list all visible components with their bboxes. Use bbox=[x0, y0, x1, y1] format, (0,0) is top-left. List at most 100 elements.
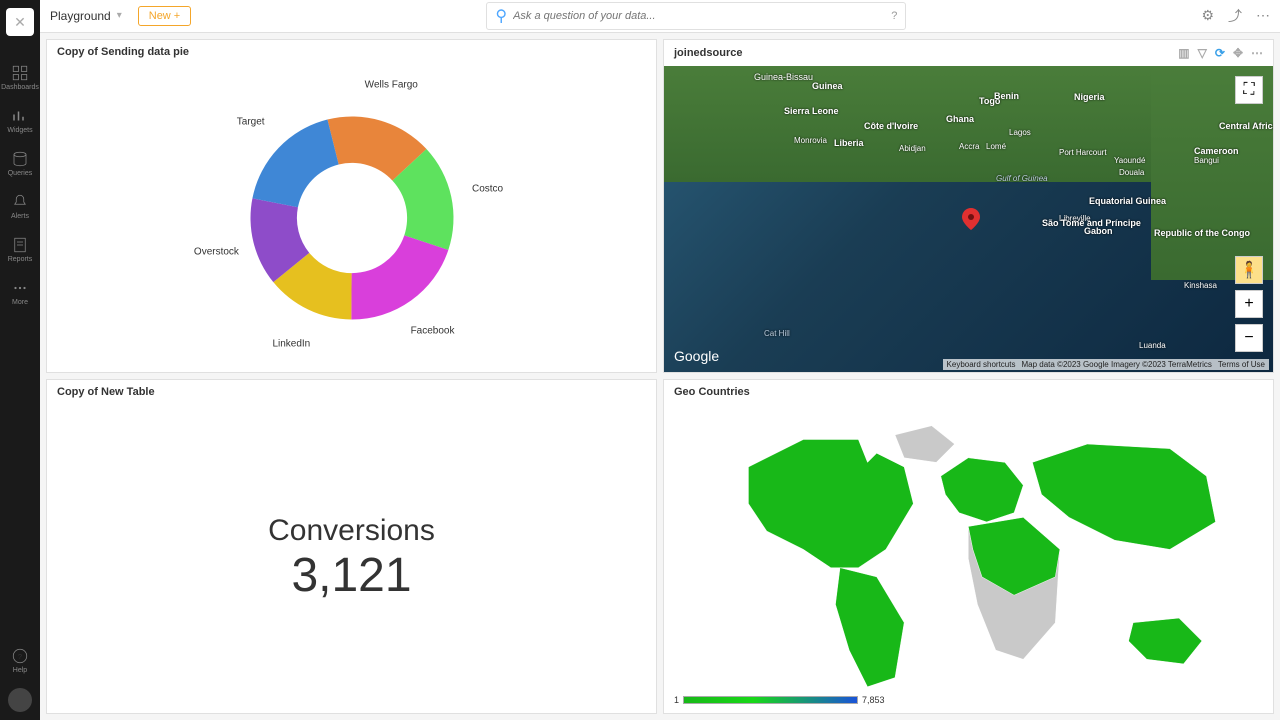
kpi-body: Conversions 3,121 bbox=[47, 404, 656, 713]
sidebar-item-more[interactable]: More bbox=[0, 271, 40, 314]
sidebar-item-dashboards[interactable]: Dashboards bbox=[0, 56, 40, 99]
chevron-down-icon: ▾ bbox=[117, 10, 122, 21]
more-icon bbox=[11, 279, 29, 297]
move-icon[interactable]: ✥ bbox=[1233, 46, 1243, 60]
map-attribution: Keyboard shortcuts Map data ©2023 Google… bbox=[943, 359, 1269, 370]
sidebar-item-reports[interactable]: Reports bbox=[0, 228, 40, 271]
pegman-icon[interactable]: 🧍 bbox=[1235, 256, 1263, 284]
sidebar-item-alerts[interactable]: Alerts bbox=[0, 185, 40, 228]
map-pin-icon[interactable] bbox=[962, 208, 980, 230]
query-icon bbox=[11, 150, 29, 168]
legend-min: 1 bbox=[674, 695, 679, 705]
map-place: Lagos bbox=[1009, 128, 1031, 137]
map-place: Lomé bbox=[986, 142, 1006, 151]
map-place: Central African Republic bbox=[1219, 121, 1273, 131]
question-icon[interactable]: ? bbox=[891, 10, 897, 22]
sidebar: ✕ Dashboards Widgets Queries Alerts Repo… bbox=[0, 0, 40, 720]
new-button[interactable]: New + bbox=[138, 6, 192, 26]
widget-title: joinedsource bbox=[674, 47, 742, 59]
fullscreen-button[interactable]: ⛶ bbox=[1235, 76, 1263, 104]
pie-slice-label: Costco bbox=[472, 183, 503, 194]
sidebar-label: More bbox=[12, 299, 28, 306]
widget-pie: Copy of Sending data pie Wells Fargo Cost… bbox=[46, 39, 657, 374]
sidebar-label: Reports bbox=[8, 256, 33, 263]
sidebar-label: Alerts bbox=[11, 213, 29, 220]
legend-gradient bbox=[683, 696, 858, 704]
page-title: Playground bbox=[50, 9, 111, 23]
map-place: Abidjan bbox=[899, 144, 926, 153]
sidebar-label: Queries bbox=[8, 170, 33, 177]
pie-slice-label: Facebook bbox=[411, 326, 455, 337]
pie-slice-label: Overstock bbox=[194, 246, 239, 257]
map-place: Bangui bbox=[1194, 156, 1219, 165]
map-place: Gulf of Guinea bbox=[996, 174, 1048, 183]
pie-slice-label: Target bbox=[237, 117, 265, 128]
report-icon bbox=[11, 236, 29, 254]
map-place: Monrovia bbox=[794, 136, 827, 145]
zoom-out-button[interactable]: − bbox=[1235, 324, 1263, 352]
gear-icon[interactable]: ⚙ bbox=[1201, 7, 1214, 24]
svg-text:?: ? bbox=[18, 652, 22, 661]
breadcrumb[interactable]: Playground ▾ bbox=[50, 9, 132, 23]
google-logo: Google bbox=[674, 348, 719, 364]
help-icon: ? bbox=[11, 647, 29, 665]
kpi-value: 3,121 bbox=[291, 548, 411, 603]
sidebar-item-queries[interactable]: Queries bbox=[0, 142, 40, 185]
map-place: Yaoundé bbox=[1114, 156, 1145, 165]
map-place: Benin bbox=[994, 91, 1019, 101]
share-icon[interactable]: ⤴ bbox=[1228, 6, 1242, 26]
widget-kpi: Copy of New Table Conversions 3,121 bbox=[46, 379, 657, 714]
widget-icon bbox=[11, 107, 29, 125]
filter-icon[interactable]: ▽ bbox=[1198, 46, 1207, 60]
widget-title: Geo Countries bbox=[674, 386, 750, 398]
map-place: Gabon bbox=[1084, 226, 1113, 236]
map-place: Accra bbox=[959, 142, 979, 151]
legend-max: 7,853 bbox=[862, 695, 885, 705]
bell-icon bbox=[11, 193, 29, 211]
widget-map: joinedsource ▥ ▽ ⟳ ✥ ⋯ Guinea-Bissau bbox=[663, 39, 1274, 374]
map-place: Republic of the Congo bbox=[1154, 228, 1250, 238]
map-place: Ghana bbox=[946, 114, 974, 124]
map-place: Guinea bbox=[812, 81, 843, 91]
kebab-icon[interactable]: ⋯ bbox=[1256, 7, 1270, 24]
map-place: Cat Hill bbox=[764, 329, 790, 338]
search-input[interactable] bbox=[513, 10, 891, 22]
widget-choropleth: Geo Countries bbox=[663, 379, 1274, 714]
map-place: Liberia bbox=[834, 138, 864, 148]
sidebar-label: Widgets bbox=[7, 127, 32, 134]
map-place: Cameroon bbox=[1194, 146, 1239, 156]
sidebar-item-help[interactable]: ? Help bbox=[0, 639, 40, 682]
choropleth-map[interactable]: 1 7,853 bbox=[664, 404, 1273, 713]
map-place: Luanda bbox=[1139, 341, 1166, 350]
map-place: Guinea-Bissau bbox=[754, 72, 813, 82]
pie-slice-label: LinkedIn bbox=[272, 338, 310, 349]
map-place: Kinshasa bbox=[1184, 281, 1217, 290]
map-place: Côte d'Ivoire bbox=[864, 121, 918, 131]
topbar: Playground ▾ New + ⚲ ? ⚙ ⤴ ⋯ bbox=[40, 0, 1280, 33]
dashboard-icon bbox=[11, 64, 29, 82]
map-place: Port Harcourt bbox=[1059, 148, 1107, 157]
map-place: Sierra Leone bbox=[784, 106, 839, 116]
choropleth-legend: 1 7,853 bbox=[674, 695, 885, 705]
app-logo[interactable]: ✕ bbox=[6, 8, 34, 36]
pie-slice-label: Wells Fargo bbox=[365, 79, 418, 90]
world-map-svg bbox=[679, 412, 1258, 705]
map-place: Douala bbox=[1119, 168, 1144, 177]
search-box[interactable]: ⚲ ? bbox=[486, 2, 906, 30]
google-map[interactable]: Guinea-Bissau Guinea Sierra Leone Liberi… bbox=[664, 66, 1273, 373]
map-place: Equatorial Guinea bbox=[1089, 196, 1166, 206]
chart-type-icon[interactable]: ▥ bbox=[1178, 46, 1189, 60]
refresh-icon[interactable]: ⟳ bbox=[1215, 46, 1225, 60]
widget-title: Copy of New Table bbox=[57, 386, 155, 398]
sidebar-item-widgets[interactable]: Widgets bbox=[0, 99, 40, 142]
kebab-icon[interactable]: ⋯ bbox=[1251, 46, 1263, 60]
pie-chart[interactable]: Wells Fargo Costco Facebook LinkedIn Oversto… bbox=[47, 64, 656, 373]
kpi-label: Conversions bbox=[268, 514, 435, 548]
widget-title: Copy of Sending data pie bbox=[57, 46, 189, 58]
map-place: Nigeria bbox=[1074, 92, 1105, 102]
zoom-in-button[interactable]: + bbox=[1235, 290, 1263, 318]
sidebar-label: Dashboards bbox=[1, 84, 39, 91]
sidebar-label: Help bbox=[13, 667, 27, 674]
avatar[interactable] bbox=[8, 688, 32, 712]
search-icon: ⚲ bbox=[495, 6, 507, 26]
